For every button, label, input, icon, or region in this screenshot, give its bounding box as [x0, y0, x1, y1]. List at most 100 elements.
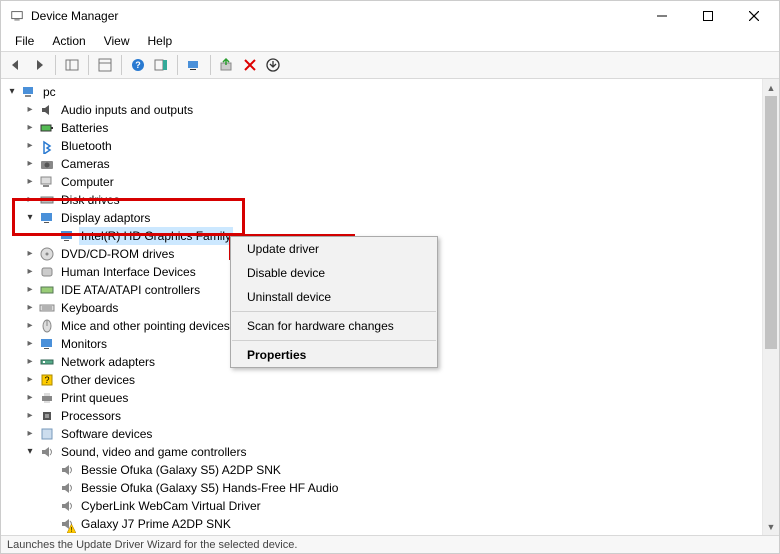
ctx-scan-hardware[interactable]: Scan for hardware changes — [231, 314, 437, 338]
tree-node[interactable]: Bessie Ofuka (Galaxy S5) Hands-Free HF A… — [1, 479, 762, 497]
expand-chevron-icon[interactable] — [23, 391, 37, 405]
soft-icon — [39, 426, 55, 442]
expand-chevron-icon[interactable] — [23, 211, 37, 225]
tree-node-label: Cameras — [59, 155, 112, 173]
expand-chevron-icon[interactable] — [23, 427, 37, 441]
camera-icon — [39, 156, 55, 172]
tree-node[interactable]: ! Galaxy J7 Prime A2DP SNK — [1, 515, 762, 533]
tree-node[interactable]: Sound, video and game controllers — [1, 443, 762, 461]
tree-node[interactable]: Bluetooth — [1, 137, 762, 155]
scroll-track[interactable] — [763, 96, 779, 518]
expand-chevron-icon[interactable] — [23, 373, 37, 387]
tree-node-label: Sound, video and game controllers — [59, 443, 248, 461]
back-button[interactable] — [5, 54, 27, 76]
tree-node[interactable]: Computer — [1, 173, 762, 191]
tree-node-label: Computer — [59, 173, 116, 191]
monitor-icon — [39, 210, 55, 226]
tree-node[interactable]: ?Other devices — [1, 371, 762, 389]
expand-chevron-icon[interactable] — [23, 175, 37, 189]
tree-node-label: Human Interface Devices — [59, 263, 198, 281]
ctx-disable-device[interactable]: Disable device — [231, 261, 437, 285]
expand-chevron-icon[interactable] — [23, 139, 37, 153]
expand-chevron-icon[interactable] — [23, 319, 37, 333]
sound-icon — [59, 480, 75, 496]
tree-node[interactable]: Disk drives — [1, 191, 762, 209]
other-icon: ? — [39, 372, 55, 388]
tree-node[interactable]: Batteries — [1, 119, 762, 137]
ide-icon — [39, 282, 55, 298]
expand-chevron-icon[interactable] — [23, 337, 37, 351]
action-button[interactable] — [150, 54, 172, 76]
tree-node[interactable]: pc — [1, 83, 762, 101]
statusbar-text: Launches the Update Driver Wizard for th… — [7, 539, 297, 551]
expand-chevron-icon[interactable] — [23, 193, 37, 207]
statusbar: Launches the Update Driver Wizard for th… — [1, 535, 779, 553]
content-area: pcAudio inputs and outputsBatteriesBluet… — [1, 79, 779, 535]
tree-node[interactable]: Software devices — [1, 425, 762, 443]
sound-icon: ! — [59, 516, 75, 532]
expand-chevron-icon[interactable] — [23, 445, 37, 459]
computer-icon — [21, 84, 37, 100]
sound-icon: ! — [59, 534, 75, 535]
expand-chevron-icon[interactable] — [23, 283, 37, 297]
menu-action[interactable]: Action — [44, 32, 93, 50]
expand-chevron-icon[interactable] — [23, 247, 37, 261]
forward-button[interactable] — [28, 54, 50, 76]
tree-node-label: Network adapters — [59, 353, 157, 371]
uninstall-device-button[interactable] — [262, 54, 284, 76]
tree-node-label: Mice and other pointing devices — [59, 317, 232, 335]
expand-chevron-icon[interactable] — [23, 355, 37, 369]
ctx-properties[interactable]: Properties — [231, 343, 437, 367]
menubar: File Action View Help — [1, 31, 779, 51]
maximize-button[interactable] — [685, 1, 731, 31]
scroll-up-arrow[interactable]: ▲ — [763, 79, 779, 96]
vertical-scrollbar[interactable]: ▲ ▼ — [762, 79, 779, 535]
tree-node[interactable]: CyberLink WebCam Virtual Driver — [1, 497, 762, 515]
app-icon — [9, 8, 25, 24]
tree-node[interactable]: Bessie Ofuka (Galaxy S5) A2DP SNK — [1, 461, 762, 479]
menu-view[interactable]: View — [96, 32, 138, 50]
properties-button[interactable] — [94, 54, 116, 76]
expand-chevron-icon[interactable] — [23, 409, 37, 423]
titlebar: Device Manager — [1, 1, 779, 31]
help-button[interactable]: ? — [127, 54, 149, 76]
svg-text:?: ? — [135, 60, 141, 70]
menu-help[interactable]: Help — [140, 32, 181, 50]
context-menu: Update driver Disable device Uninstall d… — [230, 236, 438, 368]
expand-chevron-icon[interactable] — [23, 121, 37, 135]
expand-chevron-icon[interactable] — [23, 157, 37, 171]
sound-icon — [39, 444, 55, 460]
expand-chevron-icon[interactable] — [23, 301, 37, 315]
tree-node[interactable]: Display adaptors — [1, 209, 762, 227]
expand-chevron-icon[interactable] — [23, 265, 37, 279]
show-hide-console-tree-button[interactable] — [61, 54, 83, 76]
tree-node[interactable]: Cameras — [1, 155, 762, 173]
tree-node-label: Bessie Ofuka (Galaxy S5) Hands-Free HF A… — [79, 479, 340, 497]
tree-node-label: Keyboards — [59, 299, 120, 317]
expand-chevron-icon[interactable] — [23, 103, 37, 117]
print-icon — [39, 390, 55, 406]
expand-chevron-icon[interactable] — [5, 85, 19, 99]
ctx-uninstall-device[interactable]: Uninstall device — [231, 285, 437, 309]
mouse-icon — [39, 318, 55, 334]
scroll-thumb[interactable] — [765, 96, 777, 349]
minimize-button[interactable] — [639, 1, 685, 31]
window-title: Device Manager — [31, 9, 639, 23]
disk-icon — [39, 192, 55, 208]
tree-node-label: Bessie Ofuka (Galaxy S5) A2DP SNK — [79, 461, 283, 479]
ctx-separator — [232, 311, 436, 312]
tree-node[interactable]: Processors — [1, 407, 762, 425]
scroll-down-arrow[interactable]: ▼ — [763, 518, 779, 535]
tree-node-label: Intel(R) HD Graphics Family — [79, 227, 233, 245]
close-button[interactable] — [731, 1, 777, 31]
tree-node[interactable]: Audio inputs and outputs — [1, 101, 762, 119]
tree-node[interactable]: !Galaxy J7 Prime Hands-Free HF Audio — [1, 533, 762, 535]
tree-node-label: Disk drives — [59, 191, 122, 209]
scan-hardware-button[interactable] — [183, 54, 205, 76]
menu-file[interactable]: File — [7, 32, 42, 50]
tree-node-label: Galaxy J7 Prime A2DP SNK — [79, 515, 233, 533]
tree-node[interactable]: Print queues — [1, 389, 762, 407]
disable-device-button[interactable] — [239, 54, 261, 76]
ctx-update-driver[interactable]: Update driver — [231, 237, 437, 261]
update-driver-button[interactable] — [216, 54, 238, 76]
